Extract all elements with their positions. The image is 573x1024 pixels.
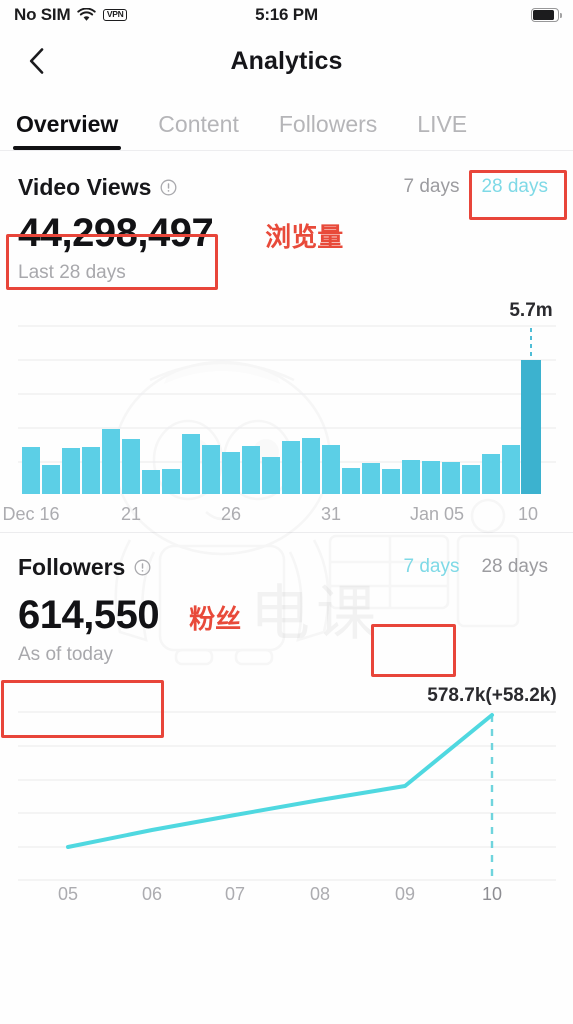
tab-followers[interactable]: Followers [279,111,377,150]
line-chart-peak-label: 578.7k(+58.2k) [427,685,556,706]
tab-followers-label: Followers [278,111,378,137]
page-title: Analytics [230,46,343,75]
followers-title: Followers [18,553,126,580]
analytics-screen: 电课 No SIM VPN 5:16 PM Analytics Overview… [0,0,573,1024]
bar-chart-highlight-bar [521,360,541,494]
battery-icon [531,8,562,22]
video-views-annotation-label: 浏览量 [265,223,344,253]
video-views-subtitle: Last 28 days [18,262,126,283]
followers-range-7days[interactable]: 7 days [396,553,466,581]
followers-section: Followers 7 days 28 days 614,550 粉丝 As o… [0,533,573,904]
tab-live[interactable]: LIVE [417,111,467,150]
bar-chart-peak-label: 5.7m [509,300,552,321]
video-views-range-28days[interactable]: 28 days [474,173,555,201]
navigation-bar: Analytics [0,30,573,92]
line-chart-tick-3: 08 [310,884,330,904]
followers-header: Followers 7 days 28 days [0,553,573,581]
tab-bar-divider [0,150,573,151]
line-chart-tick-4: 09 [395,884,415,904]
tab-overview[interactable]: Overview [13,111,122,150]
bar-chart-tick-2: 26 [221,504,241,524]
video-views-section: Video Views 7 days 28 days 44,298,497 浏览… [0,151,573,528]
followers-range-toggle: 7 days 28 days [396,553,555,581]
video-views-range-toggle: 7 days 28 days [396,173,555,201]
followers-annotation-label: 粉丝 [189,605,242,635]
video-views-bar-chart[interactable]: 5.7m Dec 16 21 26 31 Jan 05 10 [0,298,573,528]
info-circle-icon[interactable] [160,179,177,196]
line-chart-series [66,713,494,849]
bar-chart-tick-0: Dec 16 [2,504,59,524]
status-bar: No SIM VPN 5:16 PM [0,0,573,30]
tab-content-label: Content [158,111,239,137]
line-chart-tick-0: 05 [58,884,78,904]
line-chart-gridlines [18,711,556,881]
video-views-header: Video Views 7 days 28 days [0,173,573,201]
video-views-value: 44,298,497 [18,211,214,255]
bar-chart-tick-5: 10 [518,504,538,524]
bar-chart-tick-3: 31 [321,504,341,524]
video-views-range-7days[interactable]: 7 days [396,173,466,201]
clock-label: 5:16 PM [255,5,318,24]
tab-content[interactable]: Content [158,111,239,150]
bar-chart-tick-4: Jan 05 [410,504,464,524]
status-bar-right [531,8,562,22]
info-circle-icon[interactable] [134,559,151,576]
followers-range-28days[interactable]: 28 days [474,553,555,581]
tab-overview-label: Overview [16,111,119,137]
followers-line-chart[interactable]: 578.7k(+58.2k) 05 06 07 08 09 10 [0,682,573,904]
bar-chart-tick-1: 21 [121,504,141,524]
line-chart-tick-2: 07 [225,884,245,904]
line-chart-tick-5: 10 [482,884,502,904]
followers-value: 614,550 [18,593,160,637]
video-views-title: Video Views [18,173,152,200]
tab-live-label: LIVE [417,111,468,137]
tab-bar: Overview Content Followers LIVE [0,92,573,150]
followers-subtitle: As of today [18,644,114,665]
line-chart-tick-1: 06 [142,884,162,904]
tab-active-indicator [13,146,122,150]
